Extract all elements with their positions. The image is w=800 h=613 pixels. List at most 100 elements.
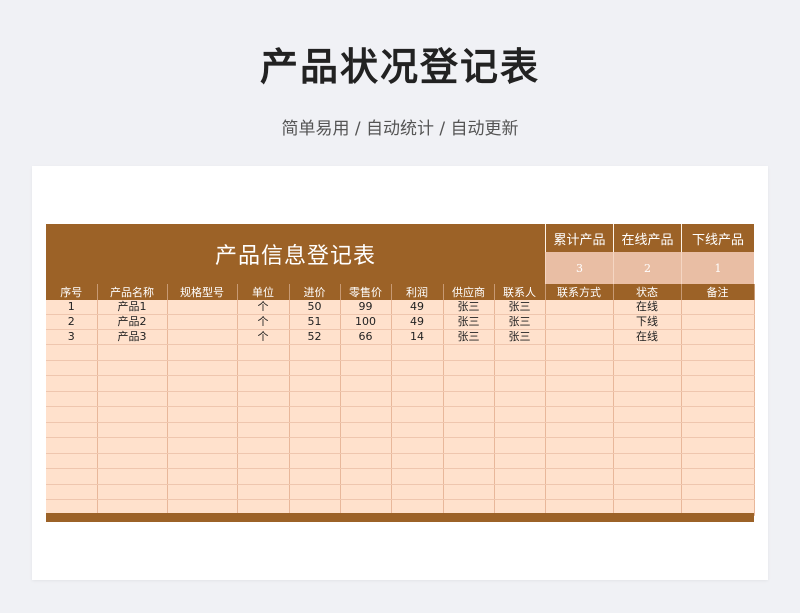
table-cell[interactable] <box>494 484 546 500</box>
stat-total-value[interactable]: 3 <box>545 252 613 284</box>
table-cell[interactable] <box>494 437 546 454</box>
table-cell[interactable] <box>545 453 614 469</box>
table-cell[interactable] <box>681 314 755 330</box>
table-cell[interactable] <box>545 329 614 345</box>
table-cell[interactable] <box>681 329 755 345</box>
table-cell[interactable] <box>167 422 238 438</box>
table-cell[interactable] <box>237 422 290 438</box>
table-cell[interactable] <box>340 375 392 392</box>
table-cell[interactable] <box>681 300 755 315</box>
table-cell[interactable] <box>289 375 341 392</box>
table-cell[interactable] <box>613 484 682 500</box>
table-cell[interactable] <box>613 360 682 376</box>
table-cell[interactable] <box>391 422 444 438</box>
table-cell[interactable] <box>167 344 238 361</box>
column-header[interactable]: 规格型号 <box>167 284 238 300</box>
table-cell[interactable] <box>494 406 546 423</box>
table-cell[interactable] <box>46 406 98 423</box>
table-cell[interactable] <box>681 468 755 485</box>
table-cell[interactable] <box>494 468 546 485</box>
table-cell[interactable] <box>494 360 546 376</box>
table-cell[interactable]: 产品3 <box>97 329 168 345</box>
table-cell[interactable] <box>237 391 290 407</box>
table-cell[interactable] <box>289 391 341 407</box>
table-cell[interactable] <box>613 406 682 423</box>
table-cell[interactable] <box>167 468 238 485</box>
table-cell[interactable] <box>167 329 238 345</box>
table-cell[interactable] <box>46 344 98 361</box>
table-cell[interactable] <box>545 437 614 454</box>
table-cell[interactable] <box>545 468 614 485</box>
table-cell[interactable] <box>391 360 444 376</box>
table-cell[interactable] <box>545 406 614 423</box>
table-cell[interactable]: 个 <box>237 314 290 330</box>
column-header[interactable]: 备注 <box>681 284 755 300</box>
table-cell[interactable] <box>46 375 98 392</box>
table-cell[interactable] <box>289 468 341 485</box>
table-cell[interactable] <box>340 468 392 485</box>
table-cell[interactable] <box>340 391 392 407</box>
table-cell[interactable] <box>545 391 614 407</box>
table-cell[interactable]: 49 <box>391 314 444 330</box>
table-cell[interactable] <box>545 344 614 361</box>
table-cell[interactable] <box>545 484 614 500</box>
table-cell[interactable] <box>613 468 682 485</box>
table-cell[interactable]: 100 <box>340 314 392 330</box>
table-cell[interactable] <box>167 406 238 423</box>
table-cell[interactable] <box>97 453 168 469</box>
table-cell[interactable] <box>391 468 444 485</box>
table-cell[interactable] <box>289 406 341 423</box>
table-cell[interactable] <box>494 453 546 469</box>
table-cell[interactable] <box>681 437 755 454</box>
table-cell[interactable] <box>494 422 546 438</box>
table-cell[interactable]: 14 <box>391 329 444 345</box>
table-cell[interactable] <box>97 468 168 485</box>
table-cell[interactable] <box>391 344 444 361</box>
table-cell[interactable] <box>237 344 290 361</box>
column-header[interactable]: 联系人 <box>494 284 546 300</box>
stat-offline-value[interactable]: 1 <box>681 252 754 284</box>
table-cell[interactable] <box>167 391 238 407</box>
table-cell[interactable] <box>289 344 341 361</box>
table-cell[interactable]: 张三 <box>494 314 546 330</box>
table-cell[interactable] <box>97 422 168 438</box>
table-cell[interactable]: 个 <box>237 300 290 315</box>
table-cell[interactable] <box>681 422 755 438</box>
table-cell[interactable] <box>46 484 98 500</box>
column-header[interactable]: 进价 <box>289 284 341 300</box>
table-cell[interactable] <box>237 406 290 423</box>
table-cell[interactable] <box>97 391 168 407</box>
table-cell[interactable]: 在线 <box>613 329 682 345</box>
table-cell[interactable]: 张三 <box>494 300 546 315</box>
table-cell[interactable] <box>681 391 755 407</box>
table-cell[interactable] <box>391 437 444 454</box>
table-cell[interactable] <box>97 360 168 376</box>
table-cell[interactable] <box>494 375 546 392</box>
table-cell[interactable] <box>46 360 98 376</box>
table-cell[interactable]: 产品2 <box>97 314 168 330</box>
table-cell[interactable]: 张三 <box>443 314 495 330</box>
table-cell[interactable] <box>340 437 392 454</box>
table-cell[interactable] <box>613 437 682 454</box>
table-cell[interactable] <box>46 468 98 485</box>
table-cell[interactable] <box>97 484 168 500</box>
table-cell[interactable] <box>340 406 392 423</box>
table-cell[interactable] <box>289 360 341 376</box>
table-cell[interactable]: 张三 <box>494 329 546 345</box>
table-cell[interactable] <box>167 484 238 500</box>
table-cell[interactable] <box>340 360 392 376</box>
table-cell[interactable] <box>167 314 238 330</box>
column-header[interactable]: 状态 <box>613 284 682 300</box>
table-cell[interactable]: 个 <box>237 329 290 345</box>
column-header[interactable]: 零售价 <box>340 284 392 300</box>
table-cell[interactable] <box>289 484 341 500</box>
table-cell[interactable] <box>681 375 755 392</box>
column-header[interactable]: 序号 <box>46 284 98 300</box>
table-cell[interactable]: 2 <box>46 314 98 330</box>
table-cell[interactable] <box>97 437 168 454</box>
table-cell[interactable]: 3 <box>46 329 98 345</box>
table-cell[interactable] <box>545 422 614 438</box>
table-cell[interactable] <box>443 437 495 454</box>
column-header[interactable]: 单位 <box>237 284 290 300</box>
table-cell[interactable] <box>167 300 238 315</box>
